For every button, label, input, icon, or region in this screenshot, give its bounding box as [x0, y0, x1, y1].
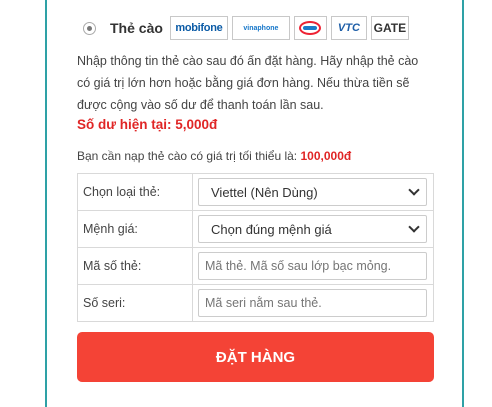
payment-method-label: Thẻ cào [110, 20, 163, 36]
card-form: Chọn loại thẻ: Viettel (Nên Dùng) Mệnh g… [77, 173, 434, 322]
chevron-down-icon [408, 221, 420, 233]
payment-method-row: Thẻ cào mobifone vinaphone VTC GATE [77, 14, 434, 42]
card-code-input[interactable] [198, 252, 427, 280]
serial-label: Số seri: [77, 284, 193, 322]
panel-left-border [45, 0, 47, 407]
viettel-logo [293, 16, 327, 40]
card-code-row: Mã số thẻ: [77, 247, 434, 285]
chevron-down-icon [408, 184, 420, 196]
card-type-label: Chọn loại thẻ: [77, 173, 193, 211]
gate-logo: GATE [370, 16, 409, 40]
card-code-label: Mã số thẻ: [77, 247, 193, 285]
denomination-value: Chọn đúng mệnh giá [211, 221, 332, 237]
card-payment-radio[interactable] [83, 21, 96, 35]
card-type-value: Viettel (Nên Dùng) [211, 184, 318, 200]
serial-row: Số seri: [77, 284, 434, 322]
card-type-select[interactable]: Viettel (Nên Dùng) [198, 178, 427, 206]
card-type-row: Chọn loại thẻ: Viettel (Nên Dùng) [77, 173, 434, 211]
place-order-button[interactable]: ĐẶT HÀNG [77, 332, 434, 382]
minimum-topup-note: Bạn cần nạp thẻ cào có giá trị tối thiểu… [77, 149, 351, 163]
carrier-logos: mobifone vinaphone VTC GATE [169, 16, 409, 40]
minimum-topup-text: Bạn cần nạp thẻ cào có giá trị tối thiểu… [77, 149, 301, 163]
current-balance: Số dư hiện tại: 5,000đ [77, 117, 218, 132]
viettel-icon [299, 21, 322, 35]
vtc-logo: VTC [330, 16, 367, 40]
payment-instructions: Nhập thông tin thẻ cào sau đó ấn đặt hàn… [77, 54, 419, 112]
serial-input[interactable] [198, 289, 427, 317]
mobifone-logo: mobifone [169, 16, 228, 40]
denomination-select[interactable]: Chọn đúng mệnh giá [198, 215, 427, 243]
minimum-topup-amount: 100,000đ [300, 149, 352, 163]
denomination-label: Mệnh giá: [77, 210, 193, 248]
denomination-row: Mệnh giá: Chọn đúng mệnh giá [77, 210, 434, 248]
vinaphone-logo: vinaphone [231, 16, 290, 40]
panel-right-border [462, 0, 464, 407]
